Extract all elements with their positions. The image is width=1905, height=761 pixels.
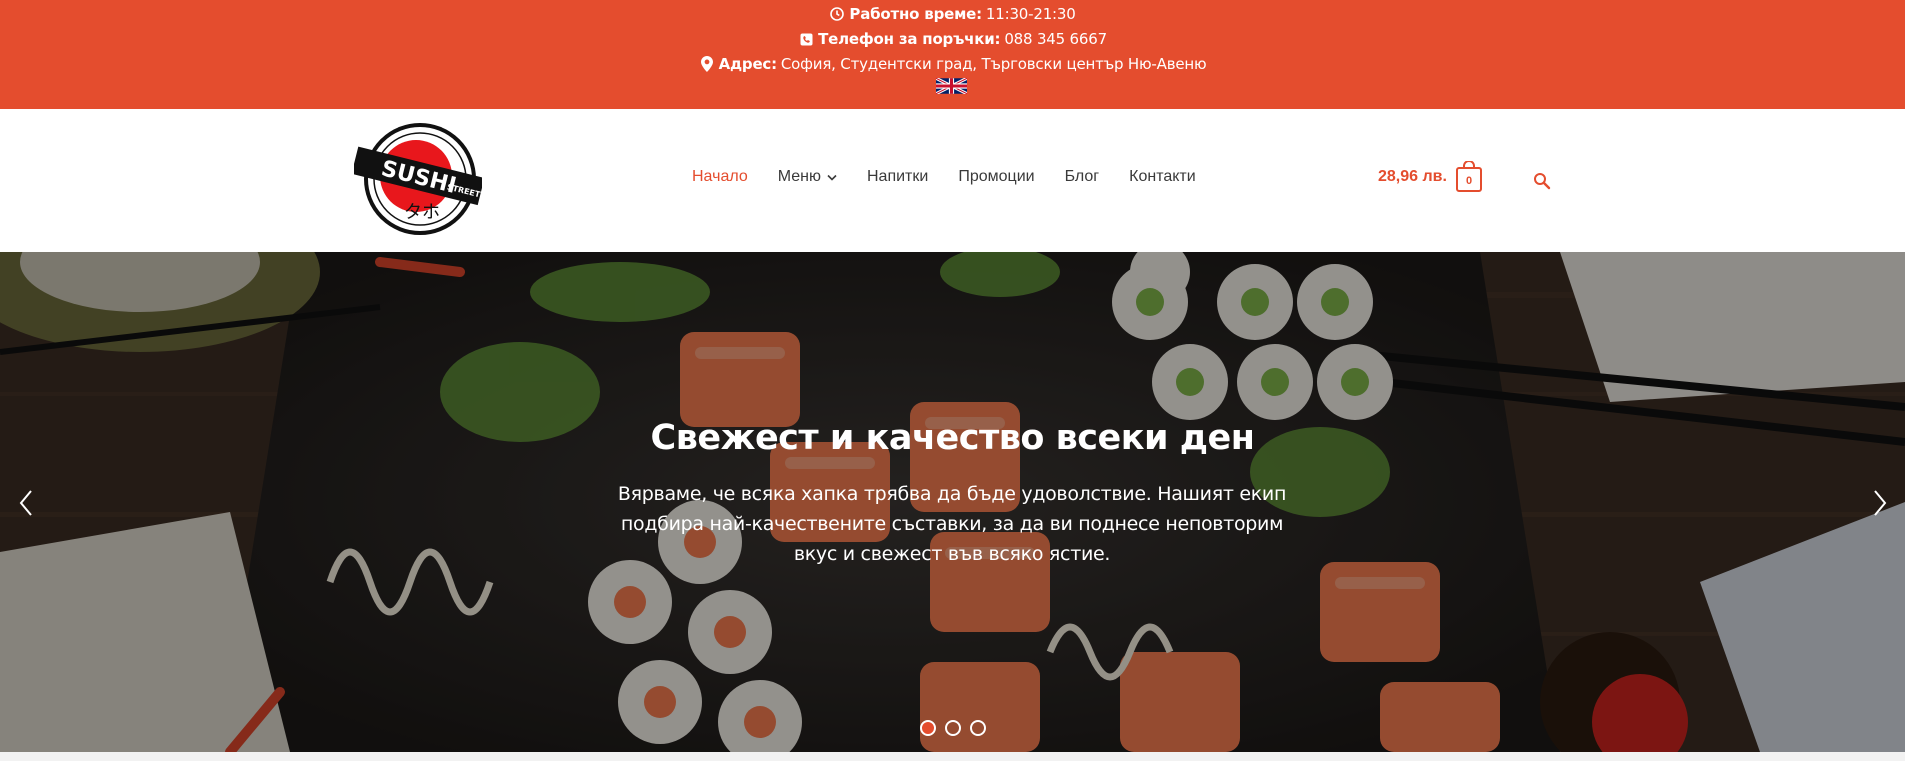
slider-pagination	[920, 720, 986, 736]
uk-flag-icon[interactable]	[936, 78, 967, 94]
nav-item-label: Начало	[692, 168, 748, 185]
slide-dot-1[interactable]	[920, 720, 936, 736]
phone-icon	[798, 31, 814, 47]
hero-title: Свежест и качество всеки ден	[650, 418, 1255, 458]
search-icon[interactable]	[1533, 172, 1551, 190]
address-label: Адрес:	[718, 55, 778, 73]
order-phone: Телефон за поръчки: 088 345 6667	[0, 30, 1905, 48]
nav-item-label: Напитки	[867, 168, 929, 185]
nav-item-drinks[interactable]: Напитки	[867, 168, 928, 186]
slider-prev-arrow-icon[interactable]	[14, 488, 38, 518]
svg-text:タホ: タホ	[404, 202, 440, 223]
nav-item-contacts[interactable]: Контакти	[1129, 168, 1196, 186]
working-hours-label: Работно време:	[849, 5, 982, 23]
hero-slider: Свежест и качество всеки ден Вярваме, че…	[0, 252, 1905, 752]
address: Адрес: София, Студентски град, Търговски…	[0, 55, 1905, 73]
nav-item-promotions[interactable]: Промоции	[958, 168, 1034, 186]
working-hours-value: 11:30-21:30	[985, 5, 1076, 23]
nav-item-home[interactable]: Начало	[692, 168, 748, 186]
chevron-down-icon	[827, 174, 837, 181]
nav-item-blog[interactable]: Блог	[1065, 168, 1100, 186]
address-value: София, Студентски град, Търговски център…	[780, 55, 1207, 73]
shopping-bag-icon: 0	[1455, 161, 1482, 192]
nav-item-menu[interactable]: Меню	[778, 168, 837, 186]
order-phone-label: Телефон за поръчки:	[818, 30, 1001, 48]
top-info-bar: Работно време: 11:30-21:30 Телефон за по…	[0, 0, 1905, 109]
nav-item-label: Контакти	[1129, 168, 1196, 185]
main-navigation: Начало Меню Напитки Промоции Блог Контак…	[692, 168, 1196, 186]
cart-button[interactable]: 28,96 лв. 0	[1378, 161, 1483, 193]
cart-count: 0	[1466, 175, 1472, 187]
hero-text: Вярваме, че всяка хапка трябва да бъде у…	[617, 483, 1287, 565]
map-marker-icon	[699, 56, 715, 72]
slider-next-arrow-icon[interactable]	[1868, 488, 1892, 518]
site-header: SUSHI STREET タホ Начало Меню Напитки Пром…	[0, 109, 1905, 252]
slide-dot-2[interactable]	[945, 720, 961, 736]
cart-total: 28,96 лв.	[1378, 168, 1447, 185]
clock-icon	[829, 6, 845, 22]
sushi-street-logo[interactable]: SUSHI STREET タホ	[354, 122, 482, 236]
working-hours: Работно време: 11:30-21:30	[0, 5, 1905, 23]
nav-item-label: Промоции	[958, 168, 1035, 185]
nav-item-label: Блог	[1064, 168, 1100, 185]
nav-item-label: Меню	[777, 168, 821, 185]
slide-dot-3[interactable]	[970, 720, 986, 736]
order-phone-value[interactable]: 088 345 6667	[1004, 30, 1107, 48]
